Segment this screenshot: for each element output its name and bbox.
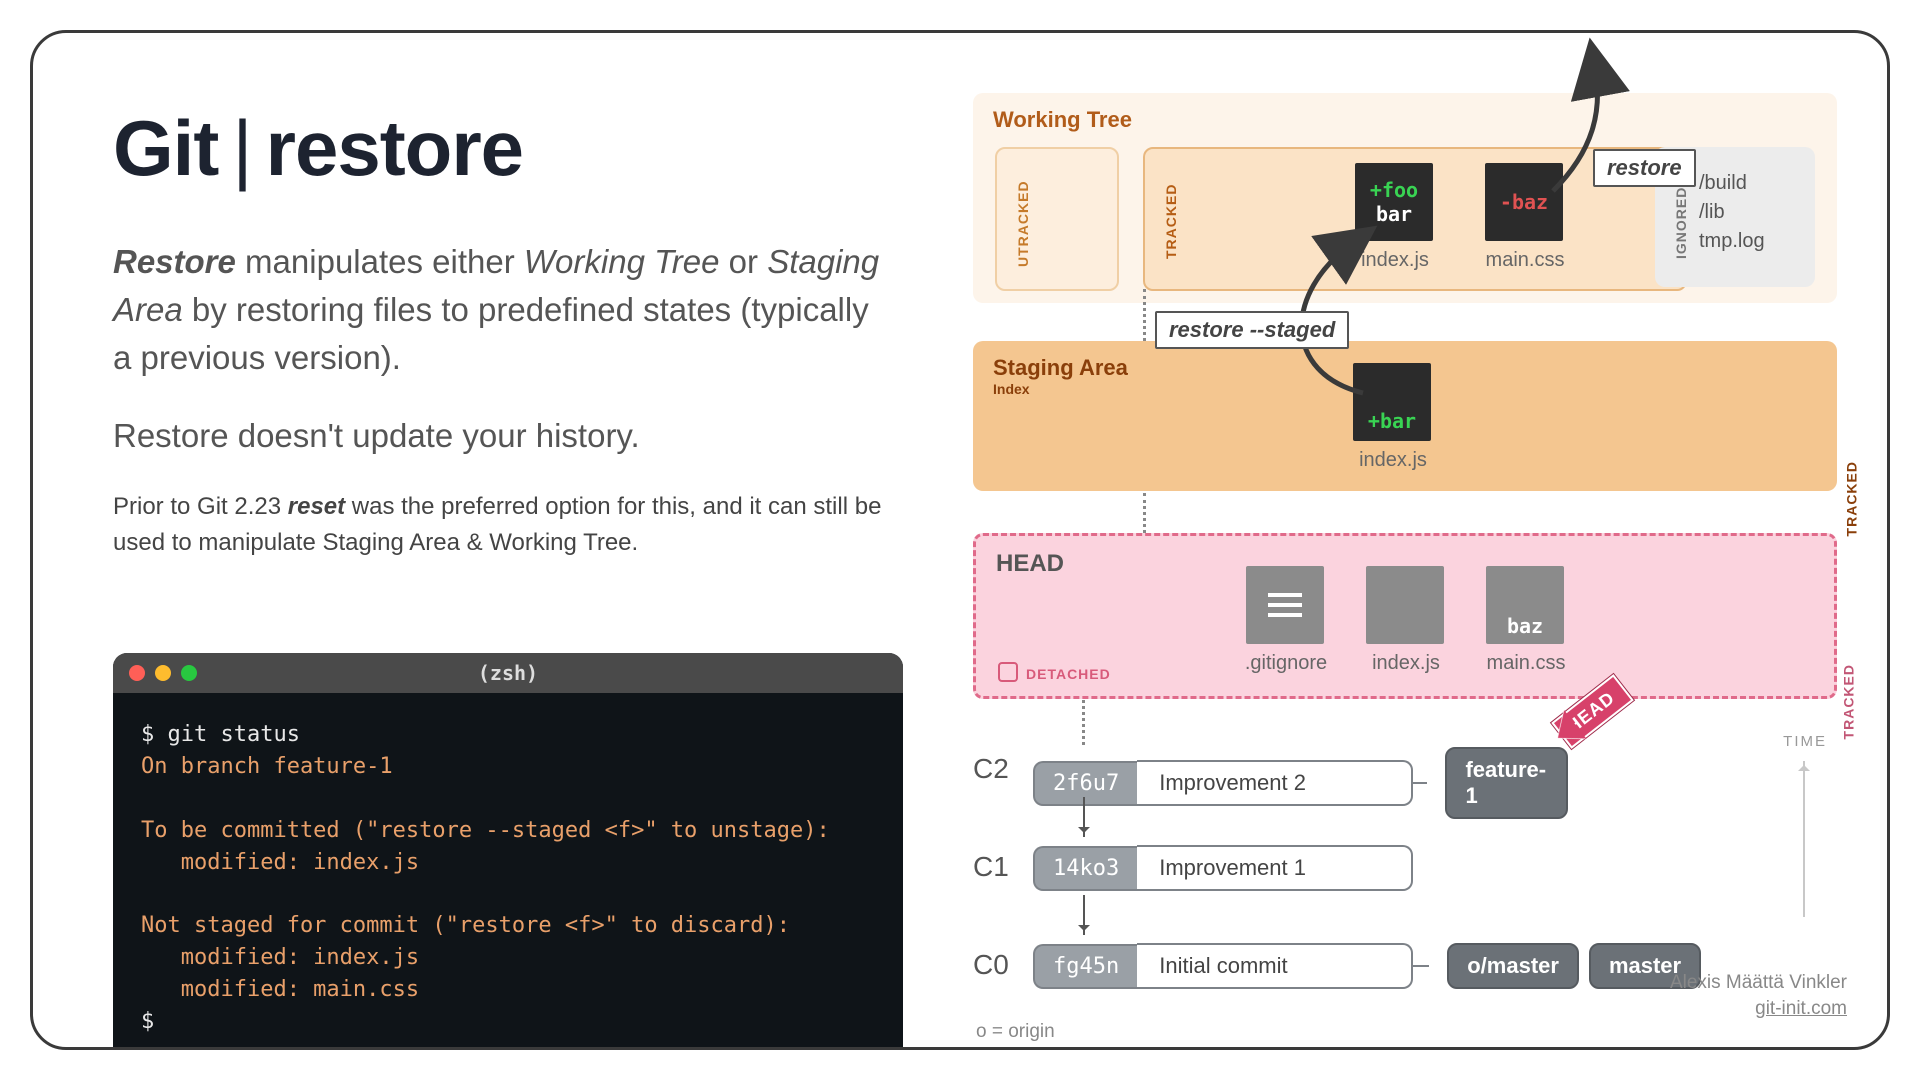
commit-message: Improvement 2 — [1137, 760, 1413, 806]
untracked-label: UTRACKED — [1015, 180, 1031, 267]
branch-origin-master: o/master — [1447, 943, 1579, 989]
staging-area: Staging Area Index TRACKED +bar index.js — [973, 341, 1837, 491]
ignored-files: /build /lib tmp.log — [1699, 169, 1765, 256]
origin-legend: o = origin — [976, 1021, 1055, 1043]
connector-head-c2 — [1082, 695, 1085, 745]
file-main-css: -baz — [1485, 163, 1563, 241]
head-file-index-js — [1366, 566, 1444, 644]
page-title: Git|restore — [113, 103, 893, 194]
terminal-body: $ git status On branch feature-1 To be c… — [113, 693, 903, 1050]
working-tree-title: Working Tree — [993, 107, 1132, 133]
head-area: HEAD DETACHED TRACKED .gitignore index.j… — [973, 533, 1837, 699]
credit: Alexis Määttä Vinkler git-init.com — [1670, 970, 1847, 1023]
detached-checkbox: DETACHED — [998, 662, 1111, 682]
head-title: HEAD — [996, 550, 1064, 578]
head-file-gitignore — [1246, 566, 1324, 644]
commit-hash: 14ko3 — [1033, 846, 1137, 891]
staged-file-label: index.js — [1341, 449, 1445, 472]
commit-hash: 2f6u7 — [1033, 761, 1137, 806]
commit-message: Improvement 1 — [1137, 845, 1413, 891]
terminal-window: (zsh) $ git status On branch feature-1 T… — [113, 653, 903, 1050]
annot-restore-staged: restore --staged — [1155, 311, 1349, 349]
staging-subtitle: Index — [993, 381, 1030, 397]
staging-tracked-label: TRACKED — [1843, 461, 1859, 536]
connector-staging-head — [1143, 493, 1146, 533]
terminal-title: (zsh) — [113, 661, 903, 685]
tracked-label: TRACKED — [1163, 184, 1179, 259]
untracked-box: UTRACKED — [995, 147, 1119, 291]
commit-hash: fg45n — [1033, 944, 1137, 989]
file-index-js: +foobar — [1355, 163, 1433, 241]
ignored-label: IGNORED — [1673, 187, 1689, 259]
head-file-main-css: baz — [1486, 566, 1564, 644]
working-tree-area: Working Tree UTRACKED TRACKED +foobar in… — [973, 93, 1837, 303]
annot-restore: restore — [1593, 149, 1696, 187]
connector-wt-staging — [1143, 289, 1146, 341]
file-main-css-label: main.css — [1473, 249, 1577, 272]
commit-message: Initial commit — [1137, 943, 1413, 989]
head-tracked-label: TRACKED — [1840, 664, 1856, 739]
lead-paragraph-1: Restore manipulates either Working Tree … — [113, 238, 893, 382]
file-index-js-label: index.js — [1345, 249, 1445, 272]
staging-title: Staging Area — [993, 355, 1128, 381]
note-paragraph: Prior to Git 2.23 reset was the preferre… — [113, 489, 893, 561]
time-axis: TIME — [1767, 733, 1827, 917]
staged-file-index-js: +bar — [1353, 363, 1431, 441]
arrow-c1-c0 — [1083, 895, 1085, 935]
lead-paragraph-2: Restore doesn't update your history. — [113, 412, 893, 460]
branch-feature-1: feature-1 — [1445, 747, 1567, 819]
arrow-c2-c1 — [1083, 797, 1085, 837]
terminal-title-bar: (zsh) — [113, 653, 903, 693]
